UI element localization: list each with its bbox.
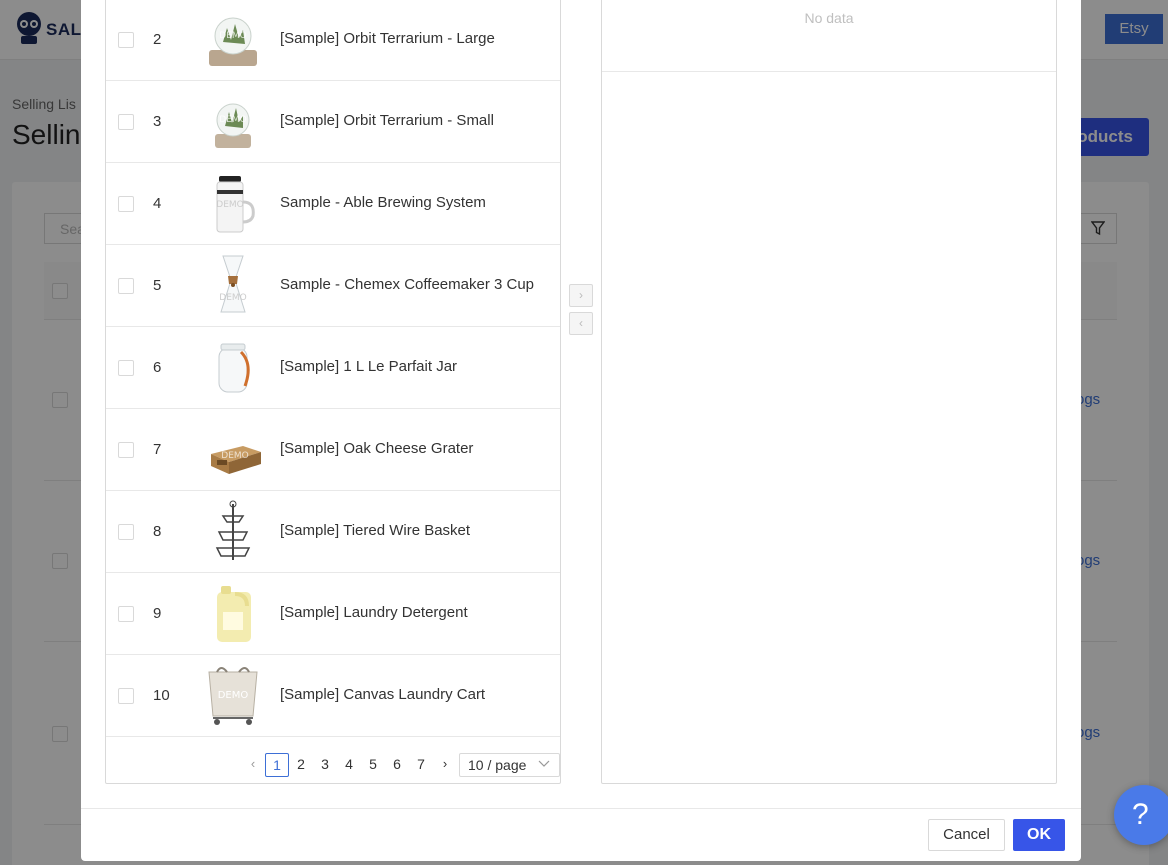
page-6-button[interactable]: 6 <box>385 753 409 777</box>
item-checkbox[interactable] <box>118 196 134 212</box>
terrarium-large-thumbnail: DEMO <box>209 17 257 66</box>
item-name: Sample - Able Brewing System <box>280 194 486 211</box>
move-right-button[interactable]: › <box>569 284 593 307</box>
select-products-modal: 2 DEMO [Sample] Orbit Terrarium - Large … <box>81 0 1081 861</box>
empty-state: No data <box>602 0 1056 72</box>
parfait-jar-thumbnail <box>218 343 250 393</box>
page-3-button[interactable]: 3 <box>313 753 337 777</box>
item-name: [Sample] Laundry Detergent <box>280 604 468 621</box>
item-number: 10 <box>153 687 170 704</box>
item-name: [Sample] Oak Cheese Grater <box>280 440 474 457</box>
item-number: 9 <box>153 605 162 622</box>
item-name: [Sample] Orbit Terrarium - Large <box>280 30 495 47</box>
cancel-button[interactable]: Cancel <box>928 819 1005 851</box>
modal-footer-divider <box>81 808 1081 809</box>
list-item[interactable]: 10 DEMO [Sample] Canvas Laundry Cart <box>106 655 560 737</box>
item-number: 6 <box>153 359 162 376</box>
pagination: ‹ 1 2 3 4 5 6 7 › 10 / page <box>106 753 560 783</box>
move-left-button[interactable]: ‹ <box>569 312 593 335</box>
page-5-button[interactable]: 5 <box>361 753 385 777</box>
item-checkbox[interactable] <box>118 606 134 622</box>
item-name: [Sample] 1 L Le Parfait Jar <box>280 358 458 375</box>
source-list-panel: 2 DEMO [Sample] Orbit Terrarium - Large … <box>105 0 561 784</box>
item-checkbox[interactable] <box>118 688 134 704</box>
ok-button[interactable]: OK <box>1013 819 1065 851</box>
help-button[interactable]: ? <box>1114 785 1168 845</box>
chevron-down-icon <box>538 760 550 767</box>
target-list-panel: No data <box>601 0 1057 784</box>
thumb-watermark: DEMO <box>219 31 246 41</box>
item-checkbox[interactable] <box>118 360 134 376</box>
list-item[interactable]: 6 [Sample] 1 L Le Parfait Jar <box>106 327 560 409</box>
thumb-watermark: DEMO <box>219 293 246 303</box>
list-item[interactable]: 4 DEMO Sample - Able Brewing System <box>106 163 560 245</box>
item-checkbox[interactable] <box>118 524 134 540</box>
page-size-select[interactable]: 10 / page <box>459 753 560 777</box>
list-item[interactable]: 9 [Sample] Laundry Detergent <box>106 573 560 655</box>
thumb-watermark: DEMO <box>221 451 248 461</box>
thumb-watermark: DEMO <box>216 200 243 210</box>
item-name: [Sample] Canvas Laundry Cart <box>280 686 486 703</box>
page-2-button[interactable]: 2 <box>289 753 313 777</box>
laundry-cart-thumbnail: DEMO <box>208 667 258 725</box>
terrarium-small-thumbnail: DEMO <box>215 103 251 148</box>
page-1-button[interactable]: 1 <box>265 753 289 777</box>
cheese-grater-thumbnail: DEMO <box>211 446 261 474</box>
item-number: 7 <box>153 441 162 458</box>
list-item[interactable]: 5 DEMO Sample - Chemex Coffeemaker 3 Cup <box>106 245 560 327</box>
item-number: 2 <box>153 31 162 48</box>
item-number: 5 <box>153 277 162 294</box>
item-checkbox[interactable] <box>118 32 134 48</box>
brewing-system-thumbnail: DEMO <box>216 176 255 233</box>
detergent-thumbnail <box>217 586 251 642</box>
chemex-thumbnail: DEMO <box>219 255 247 313</box>
no-data-text: No data <box>804 10 854 26</box>
page-size-value: 10 / page <box>468 757 527 773</box>
item-name: [Sample] Orbit Terrarium - Small <box>280 112 494 129</box>
item-number: 3 <box>153 113 162 130</box>
list-item[interactable]: 8 [Sample] Tiered Wire Basket <box>106 491 560 573</box>
item-checkbox[interactable] <box>118 442 134 458</box>
wire-basket-thumbnail <box>215 500 251 560</box>
list-item[interactable]: 3 DEMO [Sample] Orbit Terrarium - Small <box>106 81 560 163</box>
list-item[interactable]: 7 DEMO [Sample] Oak Cheese Grater <box>106 409 560 491</box>
item-name: Sample - Chemex Coffeemaker 3 Cup <box>280 276 535 293</box>
thumb-watermark: DEMO <box>219 115 246 125</box>
prev-page-button[interactable]: ‹ <box>241 753 265 777</box>
item-checkbox[interactable] <box>118 278 134 294</box>
next-page-button[interactable]: › <box>433 753 457 777</box>
list-item[interactable]: 2 DEMO [Sample] Orbit Terrarium - Large <box>106 0 560 81</box>
item-checkbox[interactable] <box>118 114 134 130</box>
thumb-watermark: DEMO <box>218 690 249 701</box>
page-7-button[interactable]: 7 <box>409 753 433 777</box>
item-name: [Sample] Tiered Wire Basket <box>280 522 471 539</box>
item-number: 8 <box>153 523 162 540</box>
page-4-button[interactable]: 4 <box>337 753 361 777</box>
item-number: 4 <box>153 195 162 212</box>
